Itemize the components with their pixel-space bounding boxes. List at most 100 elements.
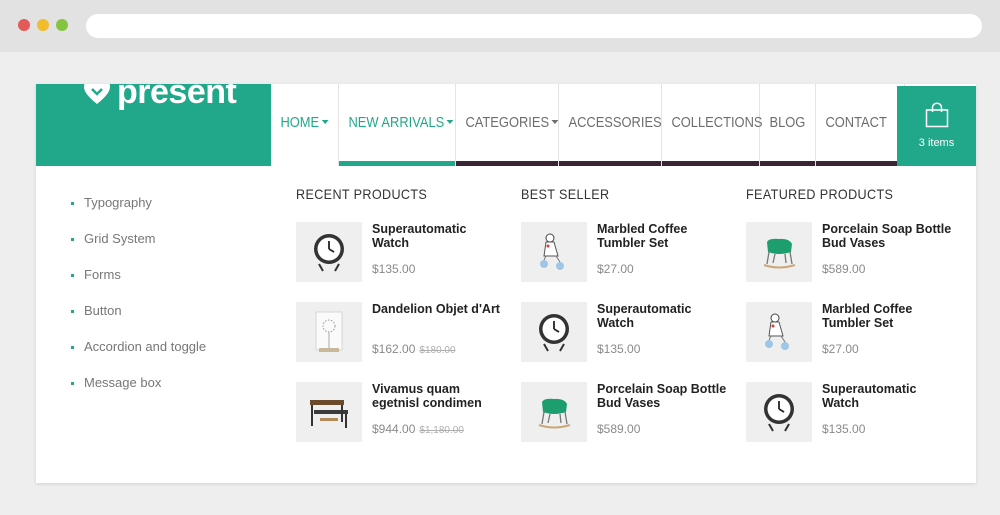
product-card[interactable]: Marbled Coffee Tumbler Set $27.00 bbox=[521, 222, 731, 284]
product-card[interactable]: Porcelain Soap Bottle Bud Vases $589.00 bbox=[521, 382, 731, 444]
cart-count: 3 items bbox=[918, 137, 955, 149]
sidebar-item-forms[interactable]: Forms bbox=[71, 267, 206, 303]
product-thumbnail[interactable] bbox=[521, 382, 587, 442]
address-bar[interactable] bbox=[86, 14, 982, 38]
product-card[interactable]: Superautomatic Watch $135.00 bbox=[296, 222, 506, 284]
nav-underline bbox=[559, 161, 661, 166]
nav-item-inner: ACCESSORIES bbox=[559, 84, 661, 160]
logo[interactable]: present bbox=[83, 84, 237, 111]
product-name[interactable]: Superautomatic Watch bbox=[597, 302, 727, 330]
product-name[interactable]: Porcelain Soap Bottle Bud Vases bbox=[822, 222, 952, 250]
nav-item-new-arrivals[interactable]: NEW ARRIVALS bbox=[339, 84, 456, 166]
old-price: $1,180.00 bbox=[419, 425, 464, 436]
nav-item-contact[interactable]: CONTACT bbox=[816, 84, 905, 166]
product-thumbnail[interactable] bbox=[296, 302, 362, 362]
nav-label: BLOG bbox=[769, 113, 806, 131]
product-card[interactable]: Porcelain Soap Bottle Bud Vases $589.00 bbox=[746, 222, 956, 284]
shopping-bag-icon bbox=[925, 102, 949, 128]
sidebar-item-accordion-and-toggle[interactable]: Accordion and toggle bbox=[71, 339, 206, 375]
nav-item-inner: BLOG bbox=[760, 84, 807, 160]
product-price: $589.00 bbox=[597, 422, 640, 436]
nav-label: NEW ARRIVALS bbox=[348, 113, 445, 131]
product-price: $162.00 $180.00 bbox=[372, 342, 456, 356]
sidebar-item-message-box[interactable]: Message box bbox=[71, 375, 206, 411]
product-column-featured-products: FEATURED PRODUCTS Porcelain Soap Bottle B… bbox=[746, 186, 956, 442]
product-card[interactable]: Vivamus quam egetnisl condimen $944.00 $1,… bbox=[296, 382, 506, 444]
nav-underline bbox=[816, 161, 904, 166]
product-thumbnail[interactable] bbox=[521, 222, 587, 282]
product-card[interactable]: Dandelion Objet d'Art $162.00 $180.00 bbox=[296, 302, 506, 364]
product-thumbnail[interactable] bbox=[746, 382, 812, 442]
nav-item-accessories[interactable]: ACCESSORIES bbox=[559, 84, 662, 166]
clock-image bbox=[764, 394, 794, 432]
product-price: $135.00 bbox=[822, 422, 865, 436]
product-price: $27.00 bbox=[822, 342, 859, 356]
nav-underline bbox=[456, 161, 558, 166]
product-price: $944.00 $1,180.00 bbox=[372, 422, 464, 436]
sidebar-menu: Typography Grid System Forms Button Accordio… bbox=[71, 195, 206, 411]
nav-item-categories[interactable]: CATEGORIES bbox=[456, 84, 559, 166]
nav-item-inner: NEW ARRIVALS bbox=[339, 84, 454, 160]
chair-image bbox=[763, 238, 796, 269]
product-thumbnail[interactable] bbox=[296, 382, 362, 442]
maximize-window-icon[interactable] bbox=[56, 19, 68, 31]
product-column-recent-products: RECENT PRODUCTS Superautomatic Watch $135.… bbox=[296, 186, 506, 442]
sidebar-item-typography[interactable]: Typography bbox=[71, 195, 206, 231]
product-thumbnail[interactable] bbox=[746, 222, 812, 282]
product-name[interactable]: Marbled Coffee Tumbler Set bbox=[597, 222, 727, 250]
product-name[interactable]: Dandelion Objet d'Art bbox=[372, 302, 502, 316]
column-title: RECENT PRODUCTS bbox=[296, 186, 428, 202]
site-header: present HOME NEW ARRIVALS CATEGORIES ACCESS… bbox=[36, 84, 976, 166]
nav-label: HOME bbox=[280, 113, 320, 131]
minimize-window-icon[interactable] bbox=[37, 19, 49, 31]
current-price: $589.00 bbox=[597, 422, 641, 436]
product-name[interactable]: Marbled Coffee Tumbler Set bbox=[822, 302, 952, 330]
product-card[interactable]: Marbled Coffee Tumbler Set $27.00 bbox=[746, 302, 956, 364]
nav-label: COLLECTIONS bbox=[671, 113, 763, 131]
logo-text: present bbox=[117, 84, 237, 111]
product-card[interactable]: Superautomatic Watch $135.00 bbox=[521, 302, 731, 364]
product-name[interactable]: Vivamus quam egetnisl condimen bbox=[372, 382, 502, 410]
product-thumbnail[interactable] bbox=[296, 222, 362, 282]
clock-image bbox=[314, 234, 344, 272]
product-thumbnail[interactable] bbox=[521, 302, 587, 362]
nav-item-collections[interactable]: COLLECTIONS bbox=[662, 84, 763, 166]
chair-image bbox=[538, 398, 571, 429]
old-price: $180.00 bbox=[419, 345, 456, 356]
nav-item-blog[interactable]: BLOG bbox=[760, 84, 816, 166]
current-price: $27.00 bbox=[822, 342, 859, 356]
mega-menu-page: present HOME NEW ARRIVALS CATEGORIES ACCESS… bbox=[36, 84, 976, 483]
column-title: BEST SELLER bbox=[521, 186, 610, 202]
nav-item-inner: HOME bbox=[271, 84, 329, 160]
nav-item-home[interactable]: HOME bbox=[271, 84, 339, 166]
toy-image bbox=[765, 313, 789, 350]
nav-underline bbox=[271, 161, 338, 166]
current-price: $135.00 bbox=[372, 262, 416, 276]
close-window-icon[interactable] bbox=[18, 19, 30, 31]
dandelion-image bbox=[315, 311, 343, 352]
nav-underline bbox=[760, 161, 815, 166]
product-price: $135.00 bbox=[597, 342, 640, 356]
product-card[interactable]: Superautomatic Watch $135.00 bbox=[746, 382, 956, 444]
browser-chrome bbox=[0, 0, 1000, 52]
sidebar-item-button[interactable]: Button bbox=[71, 303, 206, 339]
product-name[interactable]: Superautomatic Watch bbox=[822, 382, 952, 410]
caret-down-icon bbox=[321, 120, 329, 124]
product-name[interactable]: Porcelain Soap Bottle Bud Vases bbox=[597, 382, 727, 410]
product-thumbnail[interactable] bbox=[746, 302, 812, 362]
nav-underline bbox=[662, 161, 759, 166]
current-price: $135.00 bbox=[822, 422, 866, 436]
main-nav: HOME NEW ARRIVALS CATEGORIES ACCESSORIES COL… bbox=[271, 84, 905, 166]
product-price: $135.00 bbox=[372, 262, 415, 276]
cart-button[interactable]: 3 items bbox=[897, 86, 976, 166]
product-name[interactable]: Superautomatic Watch bbox=[372, 222, 502, 250]
table-image bbox=[310, 400, 348, 428]
clock-image bbox=[539, 314, 569, 352]
sidebar-item-grid-system[interactable]: Grid System bbox=[71, 231, 206, 267]
column-title: FEATURED PRODUCTS bbox=[746, 186, 894, 202]
caret-down-icon bbox=[551, 120, 559, 124]
nav-label: CONTACT bbox=[825, 113, 887, 131]
logo-area: present bbox=[36, 84, 271, 166]
caret-down-icon bbox=[446, 120, 454, 124]
nav-item-inner: CATEGORIES bbox=[456, 84, 559, 160]
